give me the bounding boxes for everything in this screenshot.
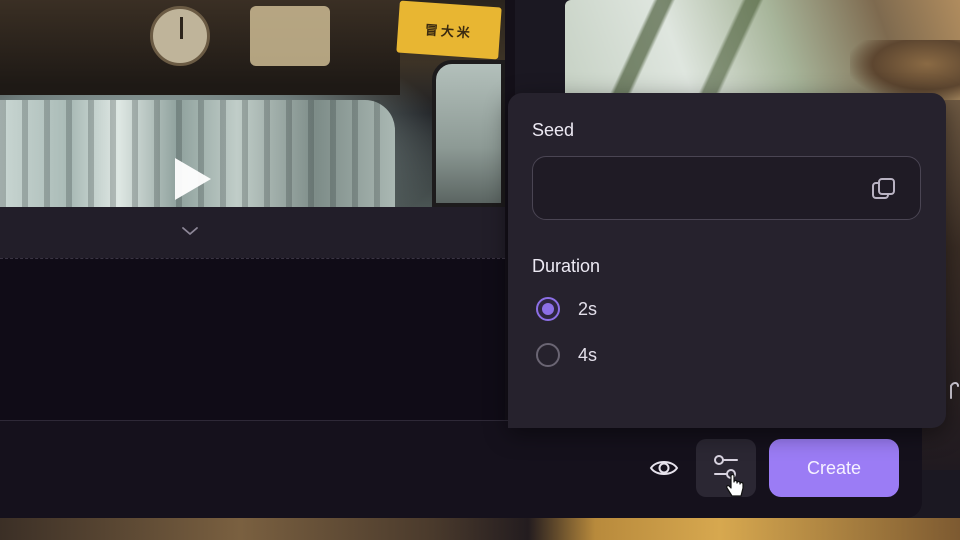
- radio-selected-icon[interactable]: [536, 297, 560, 321]
- scene-lantern: [250, 6, 330, 66]
- video-thumbnail[interactable]: 冒大米: [0, 0, 505, 207]
- scene-sign: 冒大米: [396, 0, 502, 60]
- duration-option-label: 4s: [578, 344, 598, 365]
- gallery-thumbnail-row: [0, 518, 960, 540]
- scene-clock: [150, 6, 210, 66]
- create-button[interactable]: Create: [769, 439, 899, 497]
- duration-label: Duration: [532, 256, 601, 276]
- video-preview-card: 冒大米: [0, 0, 505, 258]
- seed-input[interactable]: [532, 156, 921, 220]
- chevron-down-icon[interactable]: [181, 224, 199, 238]
- seed-label: Seed: [532, 120, 575, 140]
- copy-icon[interactable]: [870, 176, 898, 202]
- radio-unselected-icon[interactable]: [536, 343, 560, 367]
- gallery-thumbnail-palm[interactable]: [565, 0, 960, 100]
- scene-side-window: [432, 60, 505, 207]
- hand-cursor-icon: [726, 474, 744, 497]
- duration-option-2s[interactable]: 2s: [536, 295, 597, 323]
- settings-popover: Seed Duration 2s 4s: [508, 93, 946, 428]
- play-icon[interactable]: [175, 158, 211, 200]
- prompt-input-area[interactable]: [0, 258, 505, 420]
- duration-option-4s[interactable]: 4s: [536, 341, 597, 369]
- duration-option-label: 2s: [578, 298, 598, 319]
- eye-icon: [649, 461, 679, 475]
- visibility-button[interactable]: [644, 448, 684, 488]
